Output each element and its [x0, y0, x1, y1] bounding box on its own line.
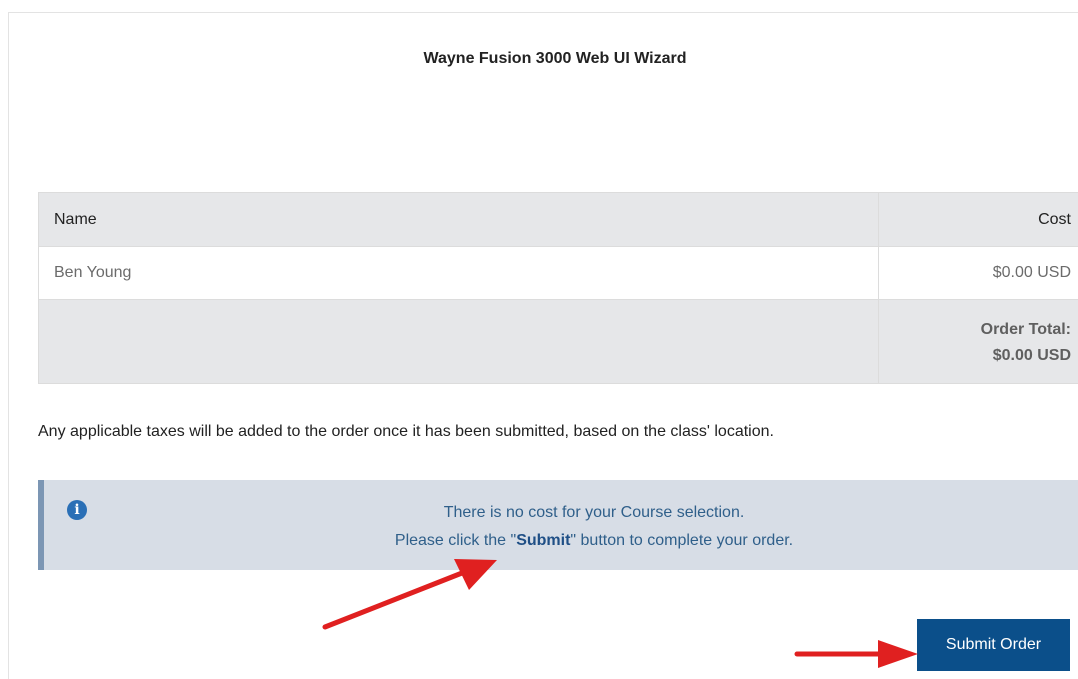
order-total-cell: Order Total: $0.00 USD	[878, 299, 1078, 384]
order-total-label: Order Total:	[980, 321, 1071, 338]
item-name: Ben Young	[38, 246, 879, 300]
tax-note: Any applicable taxes will be added to th…	[38, 423, 774, 440]
page: Wayne Fusion 3000 Web UI Wizard Name Cos…	[0, 0, 1078, 679]
page-title: Wayne Fusion 3000 Web UI Wizard	[423, 50, 687, 67]
order-total-row: Order Total: $0.00 USD	[38, 299, 1078, 384]
cost-column-header: Cost	[878, 192, 1078, 247]
name-column-header: Name	[38, 192, 879, 247]
table-row: Ben Young $0.00 USD	[38, 246, 1078, 300]
table-header-row: Name Cost	[38, 192, 1078, 247]
info-submit-emphasis: Submit	[516, 532, 571, 549]
info-line-1: There is no cost for your Course selecti…	[443, 504, 745, 521]
info-message: There is no cost for your Course selecti…	[44, 499, 1078, 555]
order-table: Name Cost Ben Young $0.00 USD Order Tota…	[38, 192, 1078, 384]
info-line-2: Please click the "Submit" button to comp…	[44, 527, 1078, 555]
submit-order-button[interactable]: Submit Order	[917, 619, 1070, 671]
info-alert: i There is no cost for your Course selec…	[38, 480, 1078, 570]
order-total-value: $0.00 USD	[992, 347, 1071, 364]
info-line-2-prefix: Please click the "	[394, 532, 517, 549]
item-cost: $0.00 USD	[878, 246, 1078, 300]
info-line-2-suffix: " button to complete your order.	[570, 532, 794, 549]
order-total-spacer	[38, 299, 879, 384]
